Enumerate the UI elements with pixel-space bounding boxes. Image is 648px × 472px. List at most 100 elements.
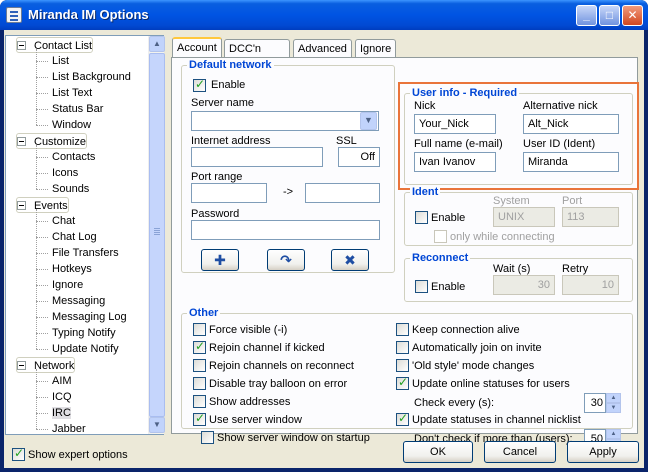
collapse-minus-icon[interactable] xyxy=(17,360,26,370)
tree-connector-line xyxy=(36,189,48,190)
tree-item[interactable]: Icons xyxy=(52,165,78,181)
tree-item[interactable]: IRC xyxy=(52,405,71,421)
port-range-start-input[interactable] xyxy=(191,183,267,203)
tree-item[interactable]: Status Bar xyxy=(52,101,103,117)
tree-connector-line xyxy=(36,237,48,238)
spin-down-icon[interactable]: ▼ xyxy=(606,403,621,413)
reconnect-wait-input[interactable]: 30 xyxy=(493,275,555,295)
ident-enable-checkbox[interactable] xyxy=(415,211,428,224)
scroll-up-button[interactable]: ▲ xyxy=(149,36,165,52)
other-option-checkbox[interactable] xyxy=(193,359,206,372)
tree-group[interactable]: Contact List xyxy=(16,37,94,53)
server-name-combo[interactable] xyxy=(191,111,379,131)
tree-item-label: ICQ xyxy=(52,391,72,403)
user-id-label: User ID (Ident) xyxy=(523,138,596,150)
user-id-input[interactable]: Miranda xyxy=(523,152,619,172)
maximize-button[interactable]: □ xyxy=(599,5,620,26)
tab-ignore[interactable]: Ignore xyxy=(355,39,396,59)
tree-group[interactable]: Events xyxy=(16,197,69,213)
other-option-checkbox[interactable] xyxy=(193,377,206,390)
tree-item[interactable]: ICQ xyxy=(52,389,72,405)
nick-input[interactable]: Your_Nick xyxy=(414,114,496,134)
tree-connector-line xyxy=(36,173,48,174)
add-server-button[interactable]: ✚ xyxy=(201,249,239,271)
scroll-down-button[interactable]: ▼ xyxy=(149,417,165,433)
tree-item[interactable]: List Text xyxy=(52,85,92,101)
other-option-checkbox[interactable] xyxy=(193,395,206,408)
tree-item[interactable]: Chat xyxy=(52,213,75,229)
title-bar[interactable]: Miranda IM Options _ □ ✕ xyxy=(0,0,648,30)
collapse-minus-icon[interactable] xyxy=(17,136,26,146)
other-option-checkbox[interactable] xyxy=(193,323,206,336)
reconnect-retry-input[interactable]: 10 xyxy=(562,275,619,295)
ident-enable-label: Enable xyxy=(431,212,466,224)
other-option-checkbox[interactable] xyxy=(396,375,409,390)
enable-network-checkbox[interactable] xyxy=(193,77,206,92)
ident-port-input[interactable]: 113 xyxy=(562,207,619,227)
default-network-title: Default network xyxy=(187,59,274,71)
spin-up-icon[interactable]: ▲ xyxy=(606,393,621,403)
tree-item[interactable]: Chat Log xyxy=(52,229,97,245)
internet-address-label: Internet address xyxy=(191,135,271,147)
other-option-checkbox[interactable] xyxy=(193,339,206,354)
tree-item[interactable]: Messaging xyxy=(52,293,105,309)
tree-group[interactable]: Customize xyxy=(16,133,87,149)
tree-item[interactable]: Window xyxy=(52,117,91,133)
other-option-checkbox[interactable] xyxy=(193,411,206,426)
tree-group[interactable]: Network xyxy=(16,357,76,373)
other-option-checkbox[interactable] xyxy=(396,323,409,336)
tree-item[interactable]: Update Notify xyxy=(52,341,119,357)
close-button[interactable]: ✕ xyxy=(622,5,643,26)
check-every-spinner[interactable]: ▲ ▼ xyxy=(606,393,621,413)
tree-item[interactable]: Messaging Log xyxy=(52,309,127,325)
tab-account[interactable]: Account xyxy=(172,37,222,59)
check-every-input[interactable]: 30 xyxy=(584,393,606,413)
tree-item[interactable]: File Transfers xyxy=(52,245,119,261)
internet-address-input[interactable] xyxy=(191,147,323,167)
other-option-checkbox[interactable] xyxy=(396,359,409,372)
tree-item[interactable]: Contacts xyxy=(52,149,95,165)
other-option-label: Update statuses in channel nicklist xyxy=(412,414,581,426)
other-option-checkbox[interactable] xyxy=(396,341,409,354)
cancel-button[interactable]: Cancel xyxy=(484,441,556,463)
collapse-minus-icon[interactable] xyxy=(17,200,26,210)
reconnect-enable-checkbox[interactable] xyxy=(415,280,428,293)
spin-up-icon[interactable]: ▲ xyxy=(606,429,621,439)
tree-item-label: File Transfers xyxy=(52,247,119,259)
tree-item[interactable]: List xyxy=(52,53,69,69)
tab-advanced[interactable]: Advanced xyxy=(293,39,352,59)
tree-item[interactable]: Typing Notify xyxy=(52,325,116,341)
ok-button[interactable]: OK xyxy=(403,441,473,463)
tree-scrollbar[interactable]: ▲ ▼ xyxy=(148,36,165,434)
tree-item[interactable]: Hotkeys xyxy=(52,261,92,277)
tree-item[interactable]: Jabber xyxy=(52,421,86,434)
tab-dcc-ctcp[interactable]: DCC'n CTCP xyxy=(224,39,290,73)
full-name-input[interactable]: Ivan Ivanov xyxy=(414,152,496,172)
apply-button[interactable]: Apply xyxy=(567,441,639,463)
other-option-label: Update online statuses for users xyxy=(412,378,570,390)
port-range-separator: -> xyxy=(283,186,294,198)
options-tree[interactable]: Contact List List List Background List Text… xyxy=(5,35,165,435)
server-dropdown-button[interactable]: ▼ xyxy=(360,112,377,130)
edit-server-button[interactable]: ↷ xyxy=(267,249,305,271)
collapse-minus-icon[interactable] xyxy=(17,40,26,50)
ident-only-connecting-checkbox[interactable] xyxy=(434,230,447,243)
minimize-button[interactable]: _ xyxy=(576,5,597,26)
scroll-thumb[interactable] xyxy=(149,53,165,417)
password-input[interactable] xyxy=(191,220,380,240)
tree-item[interactable]: AIM xyxy=(52,373,72,389)
delete-server-button[interactable]: ✖ xyxy=(331,249,369,271)
tree-item[interactable]: Sounds xyxy=(52,181,89,197)
tree-item[interactable]: List Background xyxy=(52,69,131,85)
show-expert-checkbox[interactable] xyxy=(12,446,25,461)
tree-connector-line xyxy=(36,285,48,286)
tree-item-label: Window xyxy=(52,119,92,131)
other-option-checkbox[interactable] xyxy=(201,431,214,444)
ident-system-input[interactable]: UNIX xyxy=(493,207,555,227)
tree-item[interactable]: Ignore xyxy=(52,277,83,293)
ssl-select[interactable]: Off xyxy=(338,147,380,167)
alt-nick-input[interactable]: Alt_Nick xyxy=(523,114,619,134)
port-range-end-input[interactable] xyxy=(305,183,380,203)
other-option-checkbox[interactable] xyxy=(396,411,409,426)
tree-list: Contact List List List Background List Text… xyxy=(6,36,148,434)
